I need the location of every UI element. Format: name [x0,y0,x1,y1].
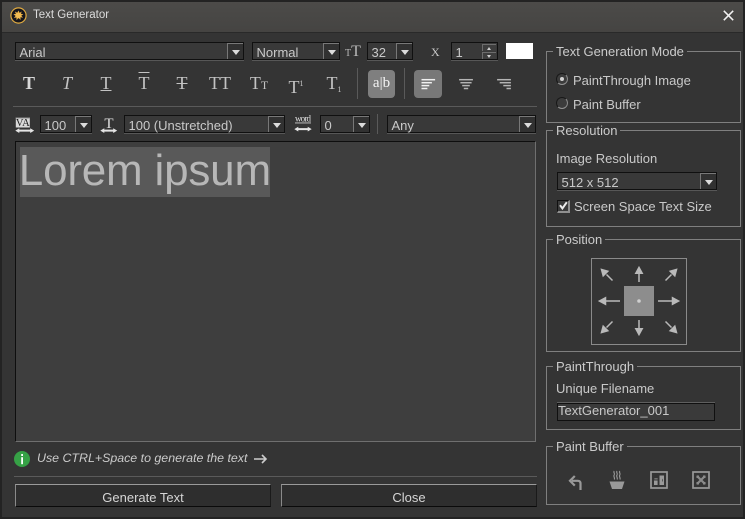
svg-text:word: word [295,114,312,124]
svg-text:VA: VA [16,118,30,129]
